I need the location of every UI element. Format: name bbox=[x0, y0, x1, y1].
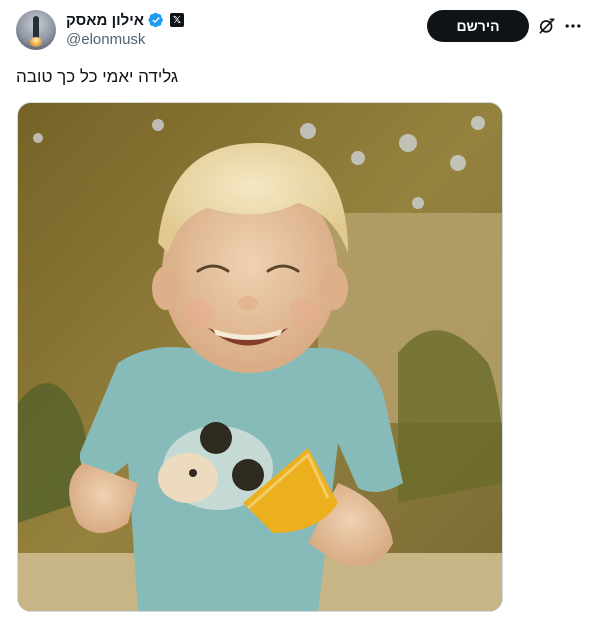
grok-icon[interactable] bbox=[537, 16, 557, 36]
name-row: אילון מאסק 𝕏 bbox=[66, 10, 184, 30]
tweet-text: גלידה יאמי כל כך טובה bbox=[16, 67, 179, 86]
tweet-photo[interactable] bbox=[17, 102, 503, 612]
avatar[interactable] bbox=[16, 10, 56, 50]
handle[interactable]: @elonmusk bbox=[66, 31, 184, 48]
platform-badge-icon: 𝕏 bbox=[169, 13, 184, 27]
rocket-shape bbox=[33, 16, 39, 38]
flame-shape bbox=[30, 37, 42, 47]
tweet: אילון מאסק 𝕏 @elonmusk הירשם גלידה יאמי … bbox=[0, 0, 597, 624]
tweet-header: אילון מאסק 𝕏 @elonmusk הירשם bbox=[16, 8, 583, 52]
display-name[interactable]: אילון מאסק bbox=[66, 12, 144, 29]
more-icon[interactable] bbox=[563, 16, 583, 36]
verified-badge-icon bbox=[148, 12, 163, 28]
author-info: אילון מאסק 𝕏 @elonmusk bbox=[66, 10, 184, 48]
child-with-ice-cream-photo bbox=[18, 103, 502, 611]
subscribe-button[interactable]: הירשם bbox=[427, 10, 529, 42]
